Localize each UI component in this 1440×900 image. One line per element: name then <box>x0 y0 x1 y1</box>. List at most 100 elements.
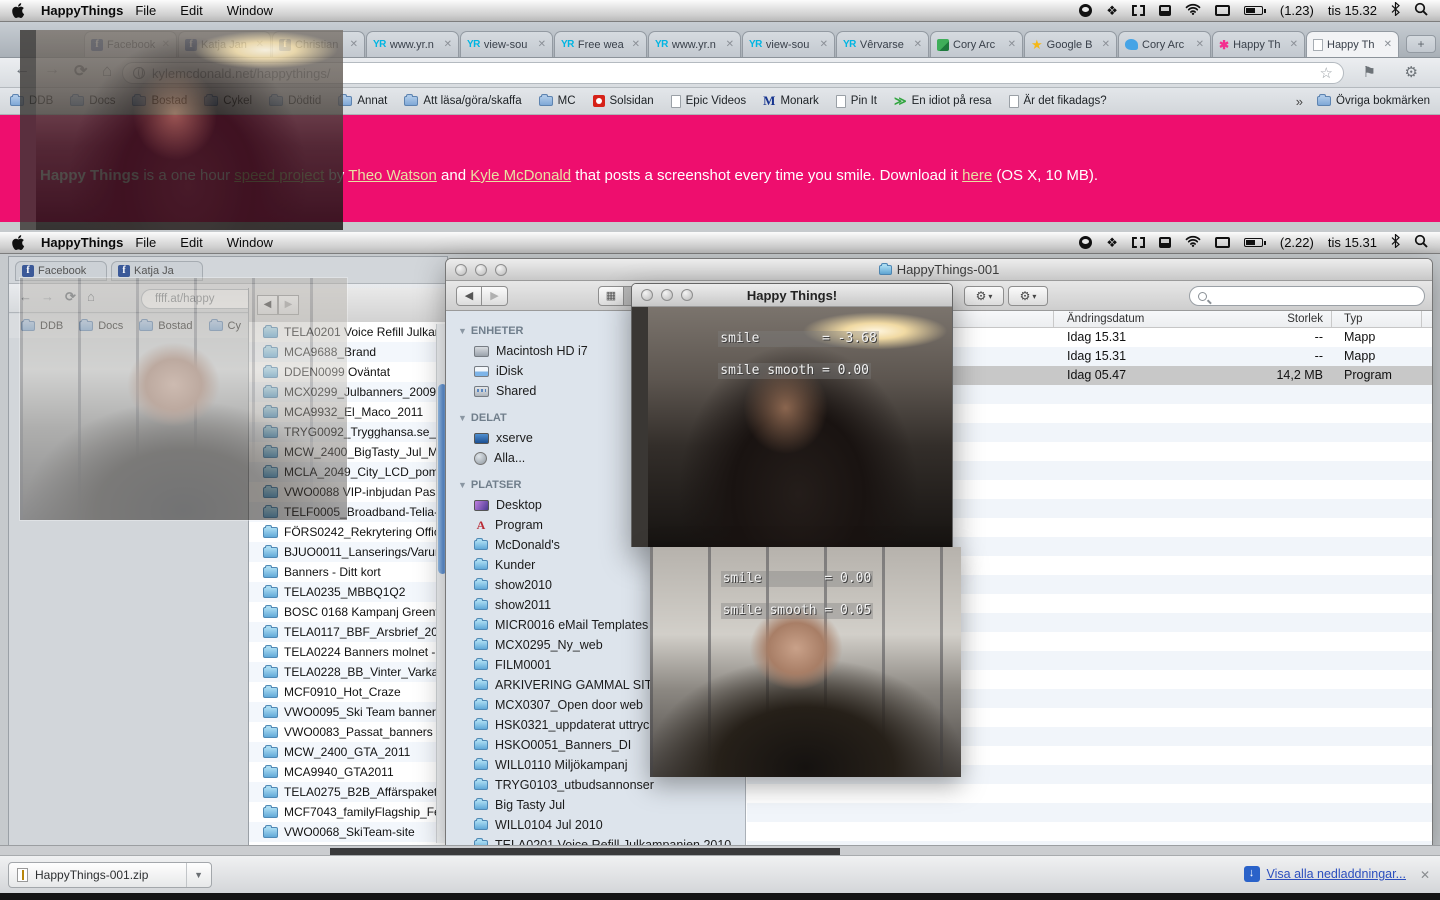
file-row[interactable]: VWO0095_Ski Team banner- <box>249 702 448 722</box>
chat-icon[interactable] <box>1079 4 1092 17</box>
spotlight-search-icon[interactable] <box>1414 234 1428 251</box>
sidebar-item[interactable]: Big Tasty Jul <box>458 795 745 815</box>
flag-icon[interactable]: ⚑ <box>1363 63 1376 81</box>
tab-close-icon[interactable]: ✕ <box>1102 39 1110 50</box>
capture-icon[interactable] <box>1132 237 1145 248</box>
bookmark-item[interactable]: ≫En idiot på resa <box>894 94 991 108</box>
new-tab-button[interactable]: + <box>1406 35 1436 53</box>
column-header-date[interactable]: Ändringsdatum <box>1067 313 1144 325</box>
browser-tab[interactable]: YRview-sou✕ <box>460 31 553 57</box>
other-bookmarks-button[interactable]: Övriga bokmärken <box>1317 95 1430 107</box>
wrench-icon[interactable]: ⚙ <box>1405 63 1418 81</box>
menu-edit[interactable]: Edit <box>180 235 202 250</box>
tab-close-icon[interactable]: ✕ <box>1384 39 1392 50</box>
browser-tab[interactable]: ★Google B✕ <box>1024 31 1117 57</box>
bookmark-item[interactable]: MC <box>539 95 576 107</box>
browser-tab[interactable]: YRFree wea✕ <box>554 31 647 57</box>
dropbox-icon[interactable]: ❖ <box>1106 4 1118 17</box>
bookmark-item[interactable]: Epic Videos <box>671 95 747 108</box>
menu-window[interactable]: Window <box>227 3 273 18</box>
disclosure-triangle-icon[interactable]: ▼ <box>458 413 467 423</box>
disclosure-triangle-icon[interactable]: ▼ <box>458 480 467 490</box>
monitor-icon[interactable] <box>1215 5 1230 16</box>
bookmarks-overflow-chevron[interactable]: » <box>1296 94 1303 109</box>
browser-tab[interactable]: Happy Th✕ <box>1306 31 1399 57</box>
file-row[interactable]: MCA9940_GTA2011 <box>249 762 448 782</box>
sidebar-item[interactable]: TELA0201 Voice Refill Julkampanjen 2010 <box>458 835 745 845</box>
file-row[interactable]: TELA0275_B2B_Affärspaket <box>249 782 448 802</box>
back-button[interactable]: ◀ <box>456 286 482 306</box>
tab-close-icon[interactable]: ✕ <box>726 39 734 50</box>
wifi-icon[interactable] <box>1185 235 1201 250</box>
column-header-size[interactable]: Storlek <box>1145 313 1323 325</box>
search-field[interactable] <box>1189 286 1425 306</box>
quicklook-button[interactable]: ⚙▾ <box>964 286 1004 306</box>
browser-tab[interactable]: YRVêrvarse✕ <box>836 31 929 57</box>
menu-clock[interactable]: tis 15.31 <box>1328 235 1377 250</box>
icon-view-button[interactable]: ▦ <box>598 286 624 306</box>
tab-close-icon[interactable]: ✕ <box>350 39 358 50</box>
banner-link[interactable]: here <box>962 167 992 184</box>
file-row[interactable]: BJUO0011_Lanserings/Varun <box>249 542 448 562</box>
file-row[interactable]: VWO0083_Passat_banners <box>249 722 448 742</box>
bookmark-item[interactable]: Solsidan <box>593 95 654 107</box>
banner-link[interactable]: Theo Watson <box>348 167 437 184</box>
file-row[interactable]: MCF7043_familyFlagship_Fes <box>249 802 448 822</box>
file-row[interactable]: VWO0068_SkiTeam-site <box>249 822 448 842</box>
file-row[interactable]: TELA0235_MBBQ1Q2 <box>249 582 448 602</box>
banner-link[interactable]: Kyle McDonald <box>470 167 571 184</box>
menu-window[interactable]: Window <box>227 235 273 250</box>
wifi-icon[interactable] <box>1185 3 1201 18</box>
spotlight-search-icon[interactable] <box>1414 2 1428 19</box>
sidebar-item[interactable]: WILL0104 Jul 2010 <box>458 815 745 835</box>
sidebar-item[interactable]: TRYG0103_utbudsannonser <box>458 775 745 795</box>
menu-file[interactable]: File <box>135 3 156 18</box>
file-row[interactable]: BOSC 0168 Kampanj Greente <box>249 602 448 622</box>
file-row[interactable]: TELA0224 Banners molnet - <box>249 642 448 662</box>
chevron-down-icon[interactable]: ▼ <box>186 863 203 887</box>
browser-tab[interactable]: ✱Happy Th✕ <box>1212 31 1305 57</box>
display-icon[interactable] <box>1159 5 1171 16</box>
tab-close-icon[interactable]: ✕ <box>538 39 546 50</box>
tab-close-icon[interactable]: ✕ <box>632 39 640 50</box>
app-menu[interactable]: HappyThings <box>41 235 123 250</box>
show-all-downloads-link[interactable]: Visa alla nedladdningar... <box>1267 867 1406 881</box>
bookmark-item[interactable]: MMonark <box>763 93 819 109</box>
tab-close-icon[interactable]: ✕ <box>820 39 828 50</box>
download-item-button[interactable]: HappyThings-001.zip ▼ <box>8 862 212 888</box>
bluetooth-icon[interactable] <box>1391 2 1400 19</box>
finder-titlebar[interactable]: HappyThings-001 <box>446 259 1432 281</box>
dropbox-icon[interactable]: ❖ <box>1106 236 1118 249</box>
apple-menu-icon[interactable] <box>12 3 25 18</box>
browser-tab[interactable]: YRwww.yr.n✕ <box>366 31 459 57</box>
column-header-type[interactable]: Typ <box>1344 313 1363 325</box>
display-icon[interactable] <box>1159 237 1171 248</box>
app-menu[interactable]: HappyThings <box>41 3 123 18</box>
back-forward-control[interactable]: ◀▶ <box>456 286 508 306</box>
browser-tab[interactable]: YRview-sou✕ <box>742 31 835 57</box>
tab-close-icon[interactable]: ✕ <box>444 39 452 50</box>
browser-tab[interactable]: YRwww.yr.n✕ <box>648 31 741 57</box>
bookmark-item[interactable]: Annat <box>338 95 387 107</box>
disclosure-triangle-icon[interactable]: ▼ <box>458 326 467 336</box>
file-row[interactable]: TELA0228_BB_Vinter_Varkam <box>249 662 448 682</box>
file-row[interactable]: FÖRS0242_Rekrytering Office <box>249 522 448 542</box>
bookmark-item[interactable]: Är det fikadags? <box>1009 95 1107 108</box>
browser-tab[interactable]: Cory Arc✕ <box>930 31 1023 57</box>
bluetooth-icon[interactable] <box>1391 234 1400 251</box>
bookmark-star-icon[interactable]: ☆ <box>1320 64 1333 82</box>
happy-titlebar[interactable]: Happy Things! <box>632 284 952 307</box>
file-row[interactable]: MCF0910_Hot_Craze <box>249 682 448 702</box>
tab-close-icon[interactable]: ✕ <box>1290 39 1298 50</box>
battery-icon[interactable] <box>1244 238 1266 247</box>
tab-close-icon[interactable]: ✕ <box>914 39 922 50</box>
monitor-icon[interactable] <box>1215 237 1230 248</box>
forward-button[interactable]: ▶ <box>482 286 508 306</box>
tab-close-icon[interactable]: ✕ <box>1196 39 1204 50</box>
close-shelf-icon[interactable]: ✕ <box>1420 868 1430 882</box>
file-row[interactable]: TELA0117_BBF_Arsbrief_201 <box>249 622 448 642</box>
apple-menu-icon[interactable] <box>12 235 25 250</box>
menu-clock[interactable]: tis 15.32 <box>1328 3 1377 18</box>
bookmark-item[interactable]: Att läsa/göra/skaffa <box>404 95 521 107</box>
browser-tab[interactable]: Cory Arc✕ <box>1118 31 1211 57</box>
